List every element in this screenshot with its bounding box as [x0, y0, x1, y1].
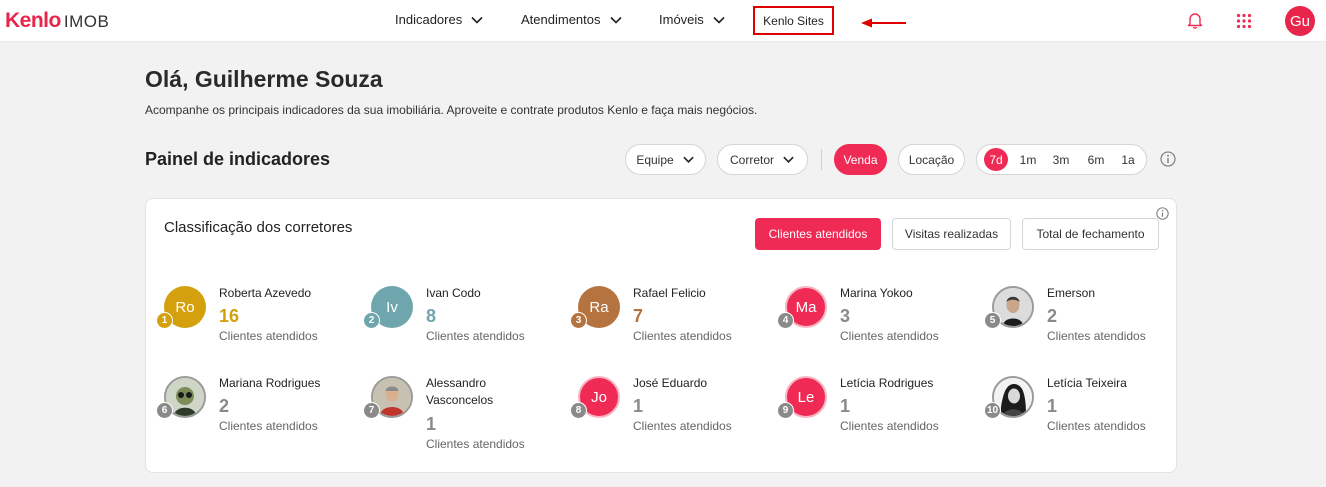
broker-metric-label: Clientes atendidos — [426, 329, 525, 343]
nav-atendimentos-label: Atendimentos — [521, 12, 601, 27]
broker-metric-label: Clientes atendidos — [633, 329, 732, 343]
broker-count: 1 — [840, 396, 851, 416]
deal-type-locacao[interactable]: Locação — [898, 144, 965, 175]
chevron-down-icon — [471, 16, 483, 24]
logo-product: IMOB — [63, 12, 110, 31]
team-filter-dropdown[interactable]: Equipe — [625, 144, 706, 175]
annotation-arrow-icon — [861, 18, 906, 28]
broker-metric-label: Clientes atendidos — [1047, 419, 1146, 433]
rank-badge: 4 — [777, 312, 794, 329]
panel-title: Painel de indicadores — [145, 149, 331, 169]
rank-badge: 6 — [156, 402, 173, 419]
nav-atendimentos[interactable]: Atendimentos — [521, 12, 623, 27]
user-avatar[interactable]: Gu — [1285, 6, 1315, 36]
broker-name: Ivan Codo — [426, 286, 481, 300]
rank-badge: 8 — [570, 402, 587, 419]
nav-indicadores[interactable]: Indicadores — [395, 12, 484, 27]
period-1a[interactable]: 1a — [1118, 148, 1138, 171]
broker-metric-label: Clientes atendidos — [840, 419, 939, 433]
nav-indicadores-label: Indicadores — [395, 12, 463, 27]
tab-visitas-realizadas[interactable]: Visitas realizadas — [892, 218, 1011, 250]
broker-metric-label: Clientes atendidos — [426, 437, 525, 451]
broker-card[interactable]: Ma 4 Marina Yokoo 3 Clientes atendidos — [767, 286, 957, 366]
broker-count: 3 — [840, 306, 851, 326]
page-subtitle: Acompanhe os principais indicadores da s… — [145, 103, 758, 117]
kenlo-imob-logo[interactable]: Kenlo IMOB — [5, 9, 109, 33]
info-icon[interactable] — [1156, 207, 1169, 220]
nav-imoveis[interactable]: Imóveis — [659, 12, 726, 27]
broker-count: 8 — [426, 306, 437, 326]
broker-card[interactable]: 7 Alessandro Vasconcelos 1 Clientes aten… — [353, 376, 543, 456]
broker-ranking-card: Classificação dos corretores Clientes at… — [145, 198, 1177, 473]
broker-card[interactable]: Jo 8 José Eduardo 1 Clientes atendidos — [560, 376, 750, 456]
broker-name: Marina Yokoo — [840, 286, 913, 300]
period-6m[interactable]: 6m — [1085, 148, 1107, 171]
rank-badge: 10 — [984, 402, 1001, 419]
broker-count: 16 — [219, 306, 240, 326]
period-3m[interactable]: 3m — [1050, 148, 1072, 171]
deal-type-venda[interactable]: Venda — [834, 144, 887, 175]
filter-divider — [821, 149, 822, 170]
chevron-down-icon — [713, 16, 725, 24]
broker-name: Letícia Teixeira — [1047, 376, 1127, 390]
broker-card[interactable]: Ro 1 Roberta Azevedo 16 Clientes atendid… — [146, 286, 336, 366]
rank-badge: 7 — [363, 402, 380, 419]
period-selector: 7d 1m 3m 6m 1a — [976, 144, 1147, 175]
broker-metric-label: Clientes atendidos — [840, 329, 939, 343]
nav-imoveis-label: Imóveis — [659, 12, 704, 27]
broker-name: Roberta Azevedo — [219, 286, 312, 300]
broker-metric-label: Clientes atendidos — [633, 419, 732, 433]
rank-badge: 3 — [570, 312, 587, 329]
team-filter-label: Equipe — [636, 152, 674, 167]
broker-count: 1 — [633, 396, 644, 416]
apps-grid-icon[interactable] — [1236, 13, 1252, 29]
broker-count: 2 — [219, 396, 230, 416]
broker-card[interactable]: Le 9 Letícia Rodrigues 1 Clientes atendi… — [767, 376, 957, 456]
broker-name: Rafael Felicio — [633, 286, 706, 300]
ranking-title: Classificação dos corretores — [164, 219, 353, 236]
chevron-down-icon — [783, 156, 794, 163]
broker-name: Letícia Rodrigues — [840, 376, 934, 390]
broker-count: 2 — [1047, 306, 1058, 326]
broker-count: 7 — [633, 306, 644, 326]
broker-card[interactable]: 5 Emerson 2 Clientes atendidos — [974, 286, 1164, 366]
broker-name: Mariana Rodrigues — [219, 376, 321, 390]
rank-badge: 1 — [156, 312, 173, 329]
bell-icon[interactable] — [1186, 11, 1204, 29]
broker-card[interactable]: 6 Mariana Rodrigues 2 Clientes atendidos — [146, 376, 336, 456]
top-navigation-bar: Kenlo IMOB Indicadores Atendimentos Imóv… — [0, 0, 1326, 42]
broker-name: José Eduardo — [633, 376, 708, 390]
tab-clientes-atendidos[interactable]: Clientes atendidos — [755, 218, 881, 250]
broker-metric-label: Clientes atendidos — [219, 419, 318, 433]
rank-badge: 5 — [984, 312, 1001, 329]
page-title: Olá, Guilherme Souza — [145, 66, 383, 92]
broker-count: 1 — [426, 414, 437, 434]
broker-name: Emerson — [1047, 286, 1096, 300]
info-icon[interactable] — [1160, 151, 1176, 167]
period-7d[interactable]: 7d — [984, 148, 1008, 171]
broker-metric-label: Clientes atendidos — [219, 329, 318, 343]
broker-card[interactable]: Iv 2 Ivan Codo 8 Clientes atendidos — [353, 286, 543, 366]
broker-name: Alessandro Vasconcelos — [426, 376, 494, 407]
logo-brand: Kenlo — [5, 9, 61, 32]
broker-card[interactable]: 10 Letícia Teixeira 1 Clientes atendidos — [974, 376, 1164, 456]
chevron-down-icon — [609, 16, 622, 24]
nav-kenlo-sites[interactable]: Kenlo Sites — [753, 6, 834, 35]
tab-total-fechamento[interactable]: Total de fechamento — [1022, 218, 1159, 250]
period-1m[interactable]: 1m — [1017, 148, 1039, 171]
chevron-down-icon — [682, 156, 694, 163]
broker-metric-label: Clientes atendidos — [1047, 329, 1146, 343]
broker-filter-label: Corretor — [729, 152, 774, 167]
broker-filter-dropdown[interactable]: Corretor — [717, 144, 808, 175]
broker-card[interactable]: Ra 3 Rafael Felicio 7 Clientes atendidos — [560, 286, 750, 366]
rank-badge: 9 — [777, 402, 794, 419]
broker-count: 1 — [1047, 396, 1058, 416]
rank-badge: 2 — [363, 312, 380, 329]
